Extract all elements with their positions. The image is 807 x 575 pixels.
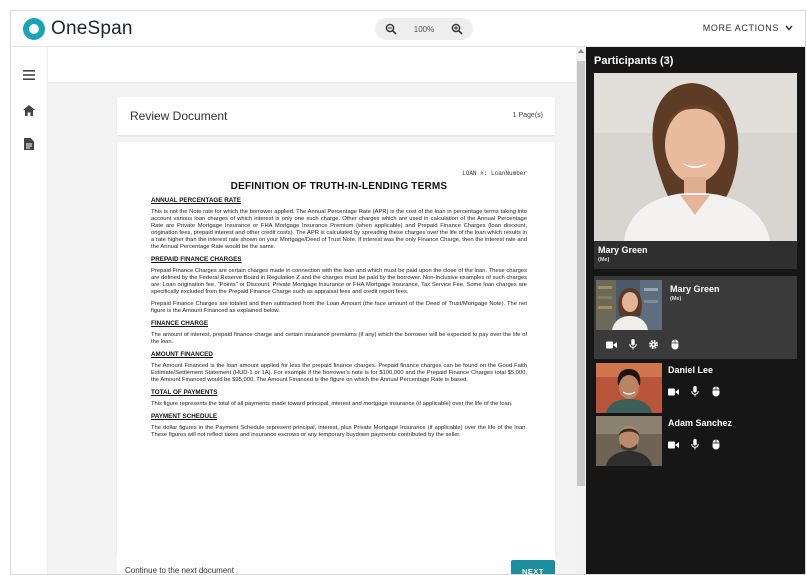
app-window: OneSpan 100% MORE ACTIONS Review Documen… [10, 10, 806, 575]
participant-name: Daniel Lee [668, 365, 714, 375]
section-heading: AMOUNT FINANCED [151, 351, 213, 358]
participant-controls [668, 439, 721, 450]
continue-text: Continue to the next document [125, 566, 234, 575]
loan-number: LOAN #: LoanNumber [462, 170, 527, 177]
section-heading: PAYMENT SCHEDULE [151, 413, 218, 420]
scrollbar-thumb[interactable] [577, 61, 585, 486]
microphone-icon[interactable] [627, 339, 638, 350]
section-paragraph: Prepaid Finance Charges are certain char… [151, 268, 527, 295]
document-scrollbar[interactable] [576, 47, 586, 574]
toolbar-strip [48, 47, 576, 83]
microphone-icon[interactable] [689, 439, 700, 450]
zoom-level: 100% [413, 24, 435, 34]
more-actions-label: MORE ACTIONS [702, 23, 779, 33]
section-heading: ANNUAL PERCENTAGE RATE [151, 197, 241, 204]
top-bar: OneSpan 100% MORE ACTIONS [11, 11, 805, 47]
document-viewer: Review Document 1 Page(s) LOAN #: LoanNu… [48, 47, 576, 575]
participant-name: Mary Green [670, 284, 720, 294]
mouse-icon[interactable] [669, 339, 680, 350]
section-paragraph: Prepaid Finance Charges are totaled and … [151, 301, 527, 314]
page-count: 1 Page(s) [512, 112, 543, 119]
onespan-logo: OneSpan [23, 18, 133, 40]
video-camera-icon[interactable] [668, 439, 679, 450]
participant-me-badge: (Me) [670, 296, 682, 302]
participant-row[interactable]: Mary Green (Me) [594, 276, 797, 359]
main-video-feed [594, 73, 797, 241]
section-paragraph: This is not the Note rate for which the … [151, 209, 527, 250]
gear-icon[interactable] [648, 339, 659, 350]
chevron-down-icon [785, 23, 793, 33]
participant-video-image [596, 416, 662, 466]
section-paragraph: The Amount Financed is the loan amount a… [151, 363, 527, 383]
document-footer: Continue to the next document NEXT [117, 554, 555, 575]
microphone-icon[interactable] [689, 386, 700, 397]
section-paragraph: This figure represents the total of all … [151, 401, 513, 407]
section-paragraph: The amount of interest, prepaid finance … [151, 332, 527, 345]
participant-row[interactable]: Daniel Lee [594, 361, 797, 415]
section-heading: FINANCE CHARGE [151, 320, 209, 327]
participant-controls [668, 386, 721, 397]
document-title: DEFINITION OF TRUTH-IN-LENDING TERMS [230, 181, 448, 192]
zoom-in-icon[interactable] [449, 21, 465, 37]
participant-controls [606, 339, 680, 350]
review-document-card: Review Document 1 Page(s) [117, 97, 555, 135]
participant-row[interactable]: Adam Sanchez [594, 414, 797, 468]
participants-panel: Participants (3) Mary Green (Me) Mary Gr… [586, 47, 805, 574]
document-icon[interactable] [21, 136, 37, 152]
onespan-logo-mark-icon [23, 18, 45, 40]
home-icon[interactable] [21, 102, 37, 118]
document-content: LOAN #: LoanNumber DEFINITION OF TRUTH-I… [151, 170, 527, 439]
section-heading: PREPAID FINANCE CHARGES [151, 256, 242, 263]
participants-title: Participants (3) [594, 55, 674, 67]
mouse-icon[interactable] [710, 386, 721, 397]
participant-thumbnail [596, 363, 662, 413]
main-video-image [594, 73, 797, 241]
section-paragraph: The dollar figures in the Payment Schedu… [151, 425, 527, 438]
participant-thumbnail [596, 280, 662, 330]
left-rail [11, 47, 48, 574]
logo-text: OneSpan [51, 18, 133, 39]
scroll-up-arrow-icon[interactable] [578, 49, 584, 53]
review-document-title: Review Document [130, 109, 228, 123]
document-page[interactable]: LOAN #: LoanNumber DEFINITION OF TRUTH-I… [117, 142, 555, 554]
section-heading: TOTAL OF PAYMENTS [151, 389, 218, 396]
participant-thumbnail [596, 416, 662, 466]
video-camera-icon[interactable] [668, 386, 679, 397]
main-participant-me-badge: (Me) [598, 257, 610, 263]
participant-video-image [596, 280, 662, 330]
participant-name: Adam Sanchez [668, 418, 733, 428]
more-actions-button[interactable]: MORE ACTIONS [703, 23, 793, 33]
main-video-caption: Mary Green (Me) [594, 241, 797, 269]
zoom-control: 100% [375, 18, 473, 40]
participant-video-image [596, 363, 662, 413]
video-camera-icon[interactable] [606, 339, 617, 350]
next-button[interactable]: NEXT [511, 560, 555, 574]
mouse-icon[interactable] [710, 439, 721, 450]
zoom-out-icon[interactable] [383, 21, 399, 37]
menu-icon[interactable] [21, 67, 37, 83]
main-participant-name: Mary Green [598, 245, 648, 255]
